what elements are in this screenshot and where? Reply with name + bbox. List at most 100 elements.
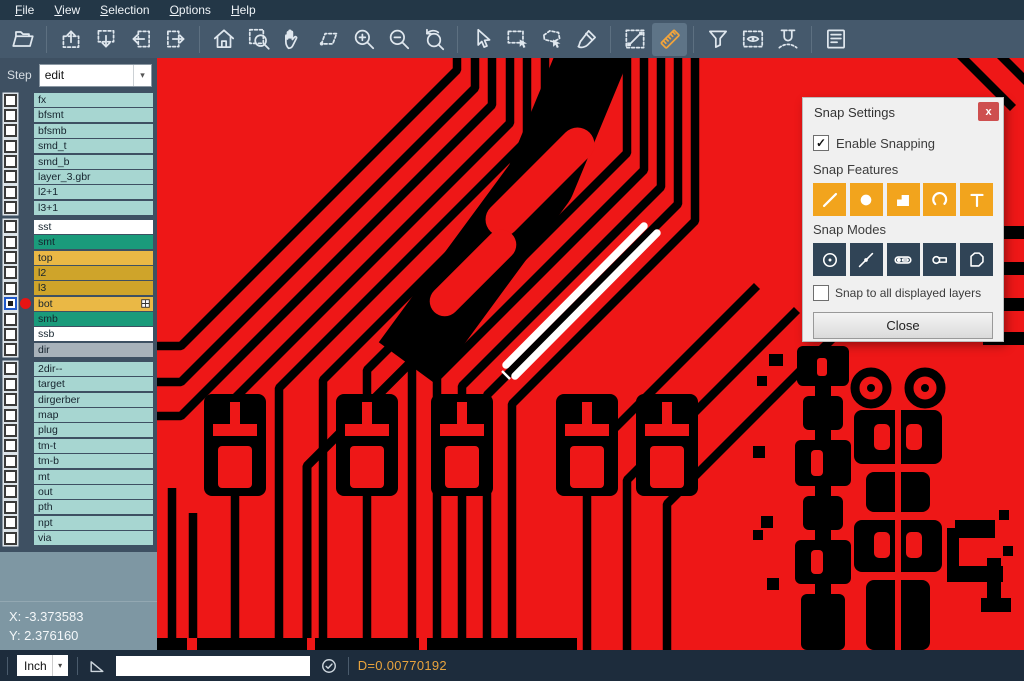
layer-checkbox[interactable]: [4, 94, 17, 107]
toolbar-button-select-arrow-icon[interactable]: [464, 23, 499, 56]
layer-row-via[interactable]: via: [0, 531, 157, 545]
toolbar-button-pan-left-icon[interactable]: [123, 23, 158, 56]
layer-checkbox[interactable]: [4, 378, 17, 391]
toolbar-button-zoom-in-icon[interactable]: [346, 23, 381, 56]
toolbar-button-polygon-select-icon[interactable]: [534, 23, 569, 56]
layer-row-smd_b[interactable]: smd_b: [0, 155, 157, 169]
layer-checkbox[interactable]: [4, 155, 17, 168]
snap-mode-vertex-icon[interactable]: [960, 243, 993, 276]
snap-feature-surface-icon[interactable]: [887, 183, 920, 216]
layer-checkbox[interactable]: [4, 362, 17, 375]
layer-row-sst[interactable]: sst: [0, 220, 157, 234]
layer-name-bar[interactable]: l3+1: [34, 201, 153, 215]
layer-name-bar[interactable]: smb: [34, 312, 153, 326]
layer-row-out[interactable]: out: [0, 485, 157, 499]
angle-icon[interactable]: [87, 656, 107, 676]
layer-name-bar[interactable]: smt: [34, 235, 153, 249]
layer-row-smd_t[interactable]: smd_t: [0, 139, 157, 153]
layer-checkbox[interactable]: [4, 343, 17, 356]
command-input[interactable]: [116, 656, 310, 676]
enable-snapping-row[interactable]: ✓ Enable Snapping: [813, 135, 993, 151]
toolbar-button-pan-down-icon[interactable]: [88, 23, 123, 56]
layer-checkbox[interactable]: [4, 266, 17, 279]
layer-row-l2[interactable]: l2: [0, 266, 157, 280]
layer-name-bar[interactable]: top: [34, 251, 153, 265]
layer-row-tm-t[interactable]: tm-t: [0, 439, 157, 453]
snap-feature-arc-icon[interactable]: [923, 183, 956, 216]
layer-name-bar[interactable]: layer_3.gbr: [34, 170, 153, 184]
layer-row-map[interactable]: map: [0, 408, 157, 422]
layer-name-bar[interactable]: bfsmb: [34, 124, 153, 138]
layer-checkbox[interactable]: [4, 170, 17, 183]
snap-mode-pad-icon[interactable]: [887, 243, 920, 276]
toolbar-button-pan-hand-icon[interactable]: [276, 23, 311, 56]
toolbar-button-filter-icon[interactable]: [700, 23, 735, 56]
layer-name-bar[interactable]: sst: [34, 220, 153, 234]
layer-row-dirgerber[interactable]: dirgerber: [0, 393, 157, 407]
layer-row-ssb[interactable]: ssb: [0, 327, 157, 341]
layer-name-bar[interactable]: 2dir--: [34, 362, 153, 376]
layer-row-mt[interactable]: mt: [0, 470, 157, 484]
dialog-close-icon[interactable]: x: [978, 102, 999, 121]
toolbar-button-snap-magnet-icon[interactable]: [770, 23, 805, 56]
toolbar-button-zoom-object-icon[interactable]: [311, 23, 346, 56]
all-layers-checkbox[interactable]: [813, 285, 829, 301]
apply-check-icon[interactable]: [319, 656, 339, 676]
layer-name-bar[interactable]: l2: [34, 266, 153, 280]
layer-checkbox[interactable]: [4, 439, 17, 452]
layer-name-bar[interactable]: dirgerber: [34, 393, 153, 407]
layer-checkbox[interactable]: [4, 124, 17, 137]
layer-name-bar[interactable]: mt: [34, 470, 153, 484]
toolbar-button-measure-line-icon[interactable]: [617, 23, 652, 56]
layer-row-bfsmb[interactable]: bfsmb: [0, 124, 157, 138]
layer-row-layer_3.gbr[interactable]: layer_3.gbr: [0, 170, 157, 184]
toolbar-button-zoom-previous-icon[interactable]: [416, 23, 451, 56]
layer-checkbox[interactable]: [4, 140, 17, 153]
snap-mode-center-icon[interactable]: [813, 243, 846, 276]
layer-checkbox[interactable]: [4, 201, 17, 214]
layer-name-bar[interactable]: tm-b: [34, 454, 153, 468]
layer-row-target[interactable]: target: [0, 377, 157, 391]
layer-name-bar[interactable]: fx: [34, 93, 153, 107]
toolbar-button-view-box-icon[interactable]: [735, 23, 770, 56]
toolbar-button-zoom-out-icon[interactable]: [381, 23, 416, 56]
layer-row-smb[interactable]: smb: [0, 312, 157, 326]
toolbar-button-ruler-icon[interactable]: [652, 23, 687, 56]
layer-row-l2+1[interactable]: l2+1: [0, 185, 157, 199]
toolbar-button-paint-brush-icon[interactable]: [569, 23, 604, 56]
layer-checkbox[interactable]: [4, 424, 17, 437]
layer-row-tm-b[interactable]: tm-b: [0, 454, 157, 468]
layer-name-bar[interactable]: bot: [34, 297, 153, 311]
unit-dropdown[interactable]: Inch ▾: [17, 655, 68, 676]
layer-name-bar[interactable]: l2+1: [34, 185, 153, 199]
layer-name-bar[interactable]: out: [34, 485, 153, 499]
layer-checkbox[interactable]: [4, 282, 17, 295]
layer-name-bar[interactable]: npt: [34, 516, 153, 530]
layer-name-bar[interactable]: via: [34, 531, 153, 545]
layer-checkbox[interactable]: [4, 251, 17, 264]
layer-row-dir[interactable]: dir: [0, 343, 157, 357]
menu-file[interactable]: File: [6, 3, 45, 17]
layer-checkbox[interactable]: [4, 313, 17, 326]
toolbar-button-open-folder-icon[interactable]: [5, 23, 40, 56]
layer-checkbox[interactable]: [4, 409, 17, 422]
layer-name-bar[interactable]: l3: [34, 281, 153, 295]
layer-checkbox[interactable]: [4, 470, 17, 483]
snap-mode-slot-icon[interactable]: [923, 243, 956, 276]
close-button[interactable]: Close: [813, 312, 993, 339]
layer-checkbox[interactable]: [4, 393, 17, 406]
layer-name-bar[interactable]: smd_b: [34, 155, 153, 169]
menu-options[interactable]: Options: [161, 3, 222, 17]
snap-feature-line-icon[interactable]: [813, 183, 846, 216]
layer-row-bot[interactable]: bot: [0, 297, 157, 311]
layer-checkbox[interactable]: [4, 485, 17, 498]
enable-snapping-checkbox[interactable]: ✓: [813, 135, 829, 151]
step-dropdown[interactable]: edit ▾: [39, 64, 152, 87]
layer-row-plug[interactable]: plug: [0, 423, 157, 437]
layer-name-bar[interactable]: smd_t: [34, 139, 153, 153]
layer-checkbox[interactable]: [4, 501, 17, 514]
toolbar-button-zoom-area-icon[interactable]: [241, 23, 276, 56]
layer-name-bar[interactable]: ssb: [34, 327, 153, 341]
toolbar-button-layers-panel-icon[interactable]: [818, 23, 853, 56]
layer-checkbox[interactable]: [4, 328, 17, 341]
